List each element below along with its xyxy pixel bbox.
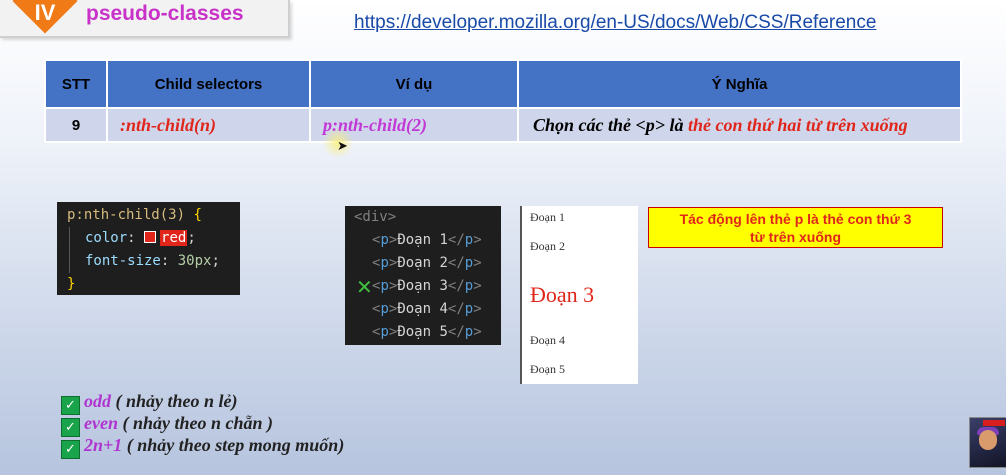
prop-color: color — [85, 230, 128, 246]
code-line: } — [57, 273, 240, 296]
header-example: Ví dụ — [309, 59, 519, 109]
header-meaning: Ý Nghĩa — [517, 59, 962, 109]
subscribe-badge — [983, 420, 1005, 426]
selector-text: :nth-child(n) — [120, 114, 217, 135]
keyword-desc: ( nhảy theo n chẵn ) — [117, 413, 274, 433]
list-item: ✓ even ( nhảy theo n chẵn ) — [61, 412, 344, 437]
preview-paragraph-4: Đoạn 4 — [530, 333, 565, 347]
html-code-block: <div> <p>Đoạn 1</p> <p>Đoạn 2</p> ✕ <p>Đo… — [345, 206, 501, 345]
meaning-highlight: thẻ con thứ hai từ trên xuống — [688, 114, 908, 135]
note-line-2: từ trên xuống — [749, 229, 842, 245]
cell-selector: :nth-child(n) — [106, 107, 311, 143]
code-line: <p>Đoạn 5</p> — [372, 324, 482, 340]
preview-paragraph-2: Đoạn 2 — [530, 239, 565, 253]
value-font-size: 30px — [177, 253, 212, 269]
code-line: p:nth-child(3) { — [57, 204, 240, 227]
code-line: <p>Đoạn 1</p> — [372, 232, 482, 248]
meaning-prefix: Chọn các thẻ <p> là — [533, 114, 689, 135]
mouse-cursor-icon: ➤ — [337, 138, 348, 153]
selector-table: STT Child selectors Ví dụ Ý Nghĩa 9 :nth… — [44, 59, 962, 143]
section-number: IV — [34, 0, 56, 25]
list-item: ✓ 2n+1 ( nhảy theo step mong muốn) — [61, 434, 345, 459]
keyword-desc: ( nhảy theo step mong muốn) — [122, 435, 345, 455]
preview-paragraph-5: Đoạn 5 — [530, 362, 565, 376]
close-brace: } — [67, 276, 76, 292]
list-item: ✓ odd ( nhảy theo n lẻ) — [61, 390, 344, 415]
cell-stt: 9 — [44, 107, 108, 143]
checkmark-icon: ✓ — [61, 440, 80, 459]
code-line: ✕ <p>Đoạn 3</p> — [356, 275, 482, 299]
table-header-row: STT Child selectors Ví dụ Ý Nghĩa — [44, 59, 962, 109]
code-paragraph-4: Đoạn 4 — [397, 301, 448, 317]
channel-avatar[interactable] — [969, 417, 1006, 468]
code-paragraph-5: Đoạn 5 — [397, 324, 448, 340]
open-brace: { — [185, 207, 202, 223]
css-selector: p:nth-child(3) — [67, 207, 186, 223]
css-code-block: p:nth-child(3) { color: red; font-size: … — [57, 202, 240, 295]
code-paragraph-2: Đoạn 2 — [397, 255, 448, 271]
explanation-note: Tác động lên thẻ p là thẻ con thứ 3 từ t… — [648, 207, 943, 248]
keyword-even: even — [84, 413, 118, 433]
keyword-checklist: ✓ odd ( nhảy theo n lẻ) ✓ even ( nhảy theo… — [61, 390, 345, 459]
code-paragraph-1: Đoạn 1 — [397, 232, 448, 248]
preview-paragraph-1: Đoạn 1 — [530, 210, 565, 224]
keyword-step: 2n+1 — [84, 435, 123, 455]
table-row: 9 :nth-child(n) p:nth-child(2) Chọn các … — [44, 107, 962, 143]
header-child-selectors: Child selectors — [106, 59, 311, 109]
prop-font-size: font-size — [85, 253, 161, 269]
header-stt: STT — [44, 59, 108, 109]
preview-paragraph-3: Đoạn 3 — [530, 282, 595, 307]
keyword-desc: ( nhảy theo n lẻ) — [111, 391, 238, 411]
title-banner: IV pseudo-classes — [0, 0, 290, 38]
code-line: <p>Đoạn 4</p> — [372, 301, 482, 317]
div-open-tag: <div> — [354, 209, 397, 225]
code-line: color: red; — [57, 227, 240, 250]
page-title: pseudo-classes — [86, 2, 244, 25]
render-preview: Đoạn 1 Đoạn 2 Đoạn 3 Đoạn 4 Đoạn 5 — [520, 206, 638, 384]
selected-x-icon: ✕ — [356, 275, 373, 299]
reference-link[interactable]: https://developer.mozilla.org/en-US/docs… — [354, 12, 876, 34]
indent-guide: font-size: 30px; — [69, 250, 220, 273]
code-line: <div> — [345, 206, 501, 229]
indent-guide: color: red; — [69, 227, 196, 250]
cell-meaning: Chọn các thẻ <p> là thẻ con thứ hai từ t… — [517, 107, 962, 143]
keyword-odd: odd — [84, 391, 111, 411]
code-line: <p>Đoạn 2</p> — [372, 255, 482, 271]
value-color: red — [160, 230, 188, 246]
code-paragraph-3: Đoạn 3 — [397, 278, 448, 294]
color-swatch-icon — [144, 231, 157, 243]
note-line-1: Tác động lên thẻ p là thẻ con thứ 3 — [679, 211, 912, 227]
avatar-face — [979, 430, 997, 450]
code-line: font-size: 30px; — [57, 250, 240, 273]
